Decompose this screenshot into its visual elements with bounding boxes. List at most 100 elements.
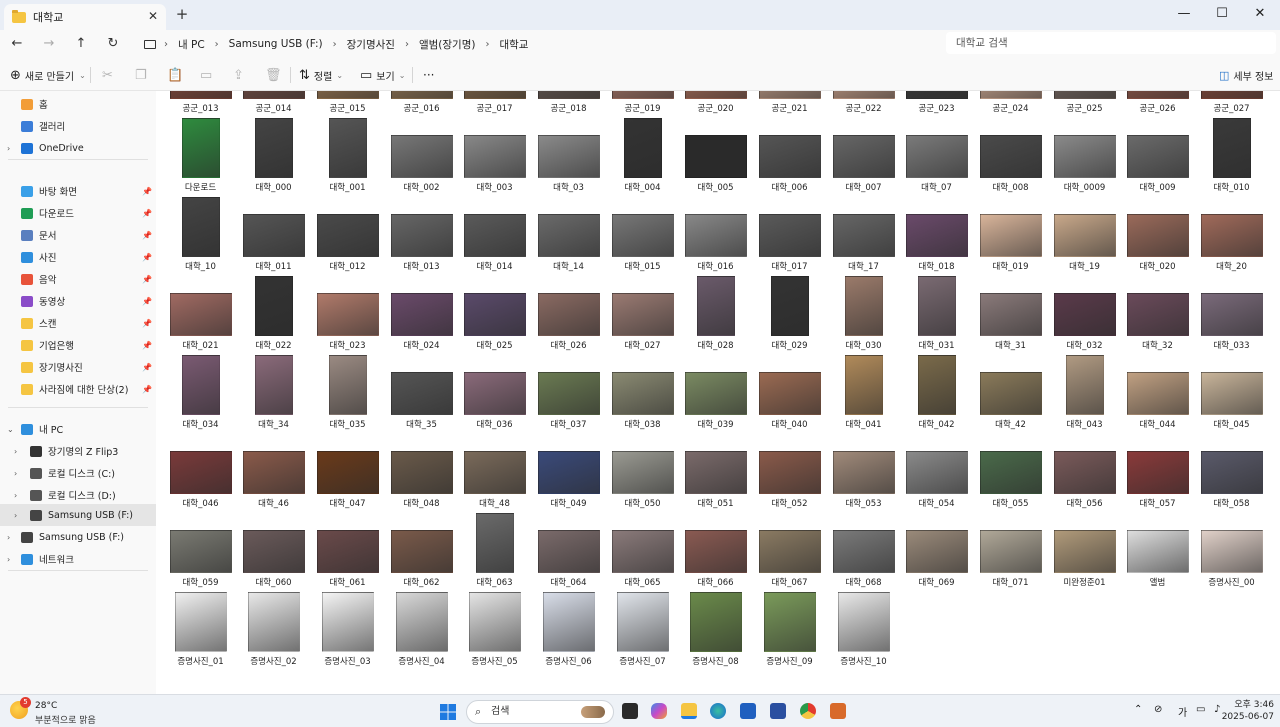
file-item[interactable]: 대학_024 xyxy=(385,276,458,355)
store-icon[interactable] xyxy=(740,703,756,719)
file-item[interactable]: 공군_023 xyxy=(900,91,973,118)
chevron-up-icon[interactable]: ⌃ xyxy=(1134,704,1142,715)
file-item[interactable]: 대학_004 xyxy=(606,118,679,197)
file-item[interactable]: 대학_027 xyxy=(606,276,679,355)
file-item[interactable]: 대학_037 xyxy=(532,355,605,434)
file-item[interactable]: 증명사진_07 xyxy=(606,592,679,671)
file-item[interactable]: 대학_052 xyxy=(753,434,826,513)
file-item[interactable]: 공군_014 xyxy=(237,91,310,118)
remote-desktop-icon[interactable] xyxy=(770,703,786,719)
sidebar-item[interactable]: 사라짐에 대한 단상(2) 📌 xyxy=(0,378,156,400)
file-item[interactable]: 대학_044 xyxy=(1121,355,1194,434)
file-item[interactable]: 공군_025 xyxy=(1048,91,1121,118)
file-item[interactable]: 공군_019 xyxy=(606,91,679,118)
file-item[interactable]: 공군_018 xyxy=(532,91,605,118)
forward-arrow-icon[interactable]: → xyxy=(38,34,60,54)
file-item[interactable]: 대학_017 xyxy=(753,197,826,276)
file-item[interactable]: 대학_19 xyxy=(1048,197,1121,276)
chevron-right-icon[interactable]: › xyxy=(7,533,10,542)
file-item[interactable]: 증명사진_04 xyxy=(385,592,458,671)
sidebar-item[interactable]: 스캔 📌 xyxy=(0,312,156,334)
file-item[interactable]: 대학_069 xyxy=(900,513,973,592)
file-item[interactable]: 미완정준01 xyxy=(1048,513,1121,592)
file-item[interactable]: 대학_059 xyxy=(164,513,237,592)
sidebar-item[interactable]: 홈 xyxy=(0,93,156,115)
file-item[interactable]: 대학_068 xyxy=(827,513,900,592)
task-view-icon[interactable] xyxy=(622,703,638,719)
file-item[interactable]: 대학_054 xyxy=(900,434,973,513)
sidebar-item[interactable]: 장기명사진 📌 xyxy=(0,356,156,378)
file-item[interactable]: 대학_006 xyxy=(753,118,826,197)
delete-icon[interactable]: 🗑 xyxy=(265,67,286,83)
share-icon[interactable]: ⇪ xyxy=(233,67,248,83)
sidebar-item[interactable]: › 로컬 디스크 (D:) xyxy=(0,484,156,506)
sidebar-item[interactable]: › 로컬 디스크 (C:) xyxy=(0,462,156,484)
file-item[interactable]: 대학_000 xyxy=(237,118,310,197)
taskbar-search[interactable]: ⌕ 검색 xyxy=(466,700,614,724)
file-item[interactable]: 대학_03 xyxy=(532,118,605,197)
file-item[interactable]: 대학_021 xyxy=(164,276,237,355)
file-item[interactable]: 대학_033 xyxy=(1195,276,1268,355)
chevron-right-icon[interactable]: › xyxy=(7,144,10,153)
file-item[interactable]: 대학_001 xyxy=(311,118,384,197)
file-item[interactable]: 증명사진_01 xyxy=(164,592,237,671)
file-item[interactable]: 대학_058 xyxy=(1195,434,1268,513)
file-item[interactable]: 대학_028 xyxy=(679,276,752,355)
maximize-button[interactable]: ☐ xyxy=(1204,0,1240,30)
file-item[interactable]: 대학_009 xyxy=(1121,118,1194,197)
file-item[interactable]: 대학_030 xyxy=(827,276,900,355)
breadcrumb-item[interactable]: 내 PC xyxy=(178,37,205,52)
file-item[interactable]: 대학_31 xyxy=(974,276,1047,355)
file-item[interactable]: 대학_042 xyxy=(900,355,973,434)
tab-current[interactable]: 대학교 ✕ xyxy=(4,4,166,30)
sidebar-item[interactable]: 음악 📌 xyxy=(0,268,156,290)
chevron-right-icon[interactable]: › xyxy=(14,511,17,520)
file-item[interactable]: 대학_049 xyxy=(532,434,605,513)
sidebar-item[interactable]: 문서 📌 xyxy=(0,224,156,246)
more-options-button[interactable]: ··· xyxy=(423,67,434,83)
file-item[interactable]: 증명사진_09 xyxy=(753,592,826,671)
file-item[interactable]: 공군_026 xyxy=(1121,91,1194,118)
close-button[interactable]: ✕ xyxy=(1242,0,1278,30)
file-item[interactable]: 대학_35 xyxy=(385,355,458,434)
file-item[interactable]: 대학_041 xyxy=(827,355,900,434)
file-item[interactable]: 다운로드 xyxy=(164,118,237,197)
file-item[interactable]: 대학_025 xyxy=(458,276,531,355)
file-item[interactable]: 앨범 xyxy=(1121,513,1194,592)
file-item[interactable]: 대학_060 xyxy=(237,513,310,592)
file-item[interactable]: 대학_067 xyxy=(753,513,826,592)
file-item[interactable]: 공군_022 xyxy=(827,91,900,118)
sidebar-item[interactable]: › Samsung USB (F:) xyxy=(0,504,156,526)
clock[interactable]: 오후 3:46 2025-06-07 xyxy=(1222,699,1274,723)
file-item[interactable]: 대학_046 xyxy=(164,434,237,513)
rename-icon[interactable]: ▭ xyxy=(200,67,216,83)
sidebar-item[interactable]: 갤러리 xyxy=(0,115,156,137)
file-item[interactable]: 공군_016 xyxy=(385,91,458,118)
file-item[interactable]: 대학_045 xyxy=(1195,355,1268,434)
file-item[interactable]: 대학_07 xyxy=(900,118,973,197)
start-icon[interactable] xyxy=(440,704,456,720)
file-item[interactable]: 증명사진_02 xyxy=(237,592,310,671)
file-item[interactable]: 대학_016 xyxy=(679,197,752,276)
breadcrumb[interactable]: › 내 PC › Samsung USB (F:) › 장기명사진 › 앨범(장… xyxy=(134,32,940,56)
refresh-icon[interactable]: ↻ xyxy=(102,34,124,54)
file-item[interactable]: 대학_034 xyxy=(164,355,237,434)
file-item[interactable]: 대학_043 xyxy=(1048,355,1121,434)
network-icon[interactable]: ▭ xyxy=(1196,704,1205,715)
file-item[interactable]: 대학_42 xyxy=(974,355,1047,434)
new-button[interactable]: ⊕ 새로 만들기 ⌄ xyxy=(10,67,86,83)
file-item[interactable]: 대학_011 xyxy=(237,197,310,276)
file-item[interactable]: 대학_057 xyxy=(1121,434,1194,513)
file-item[interactable]: 대학_048 xyxy=(385,434,458,513)
new-tab-button[interactable]: + xyxy=(174,6,190,22)
file-item[interactable]: 대학_026 xyxy=(532,276,605,355)
file-item[interactable]: 대학_032 xyxy=(1048,276,1121,355)
back-arrow-icon[interactable]: ← xyxy=(6,34,28,54)
file-item[interactable]: 대학_013 xyxy=(385,197,458,276)
file-item[interactable]: 증명사진_05 xyxy=(458,592,531,671)
file-item[interactable]: 대학_17 xyxy=(827,197,900,276)
chevron-right-icon[interactable]: › xyxy=(14,491,17,500)
file-item[interactable]: 대학_023 xyxy=(311,276,384,355)
paint-icon[interactable] xyxy=(830,703,846,719)
file-item[interactable]: 증명사진_06 xyxy=(532,592,605,671)
